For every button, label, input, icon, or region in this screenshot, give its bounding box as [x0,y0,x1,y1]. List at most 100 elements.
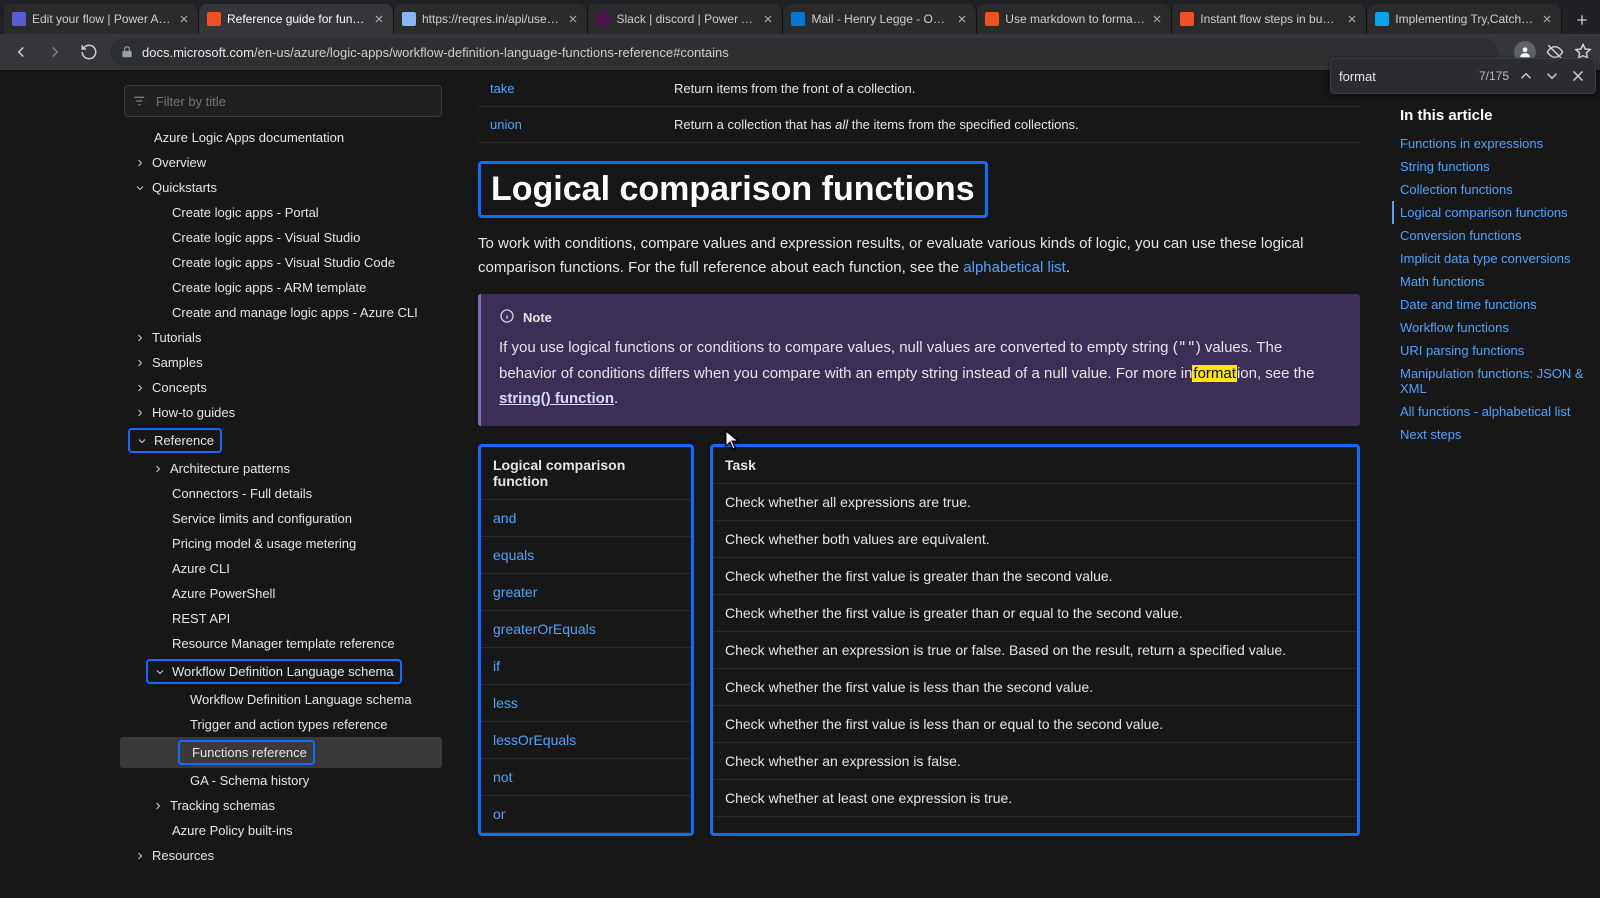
browser-tab[interactable]: Reference guide for functio [199,4,394,34]
sidebar-item[interactable]: GA - Schema history [120,768,442,793]
in-article-item[interactable]: URI parsing functions [1400,339,1596,362]
info-icon [499,308,515,327]
in-article-link[interactable]: Conversion functions [1400,228,1521,243]
find-next-button[interactable] [1543,67,1561,85]
browser-tab[interactable]: Instant flow steps in busine [1172,4,1367,34]
close-icon[interactable] [762,13,774,25]
sidebar-item[interactable]: Create and manage logic apps - Azure CLI [120,300,442,325]
sidebar-item[interactable]: Azure PowerShell [120,581,442,606]
in-article-item[interactable]: Functions in expressions [1400,132,1596,155]
sidebar-item[interactable]: Create logic apps - Visual Studio Code [120,250,442,275]
in-article-link[interactable]: URI parsing functions [1400,343,1524,358]
fn-link[interactable]: if [493,658,500,674]
sidebar-item[interactable]: Reference [120,425,442,456]
in-article-item[interactable]: Collection functions [1400,178,1596,201]
in-article-link[interactable]: Math functions [1400,274,1485,289]
in-article-link[interactable]: Workflow functions [1400,320,1509,335]
in-article-link[interactable]: All functions - alphabetical list [1400,404,1571,419]
in-article-item[interactable]: Implicit data type conversions [1400,247,1596,270]
browser-tab[interactable]: Edit your flow | Power Auto [4,4,199,34]
sidebar-item[interactable]: Resource Manager template reference [120,631,442,656]
sidebar-item-label: Azure Logic Apps documentation [154,130,434,145]
reload-button[interactable] [76,39,102,65]
in-article-item[interactable]: Date and time functions [1400,293,1596,316]
in-article-link[interactable]: Date and time functions [1400,297,1537,312]
in-article-item[interactable]: Workflow functions [1400,316,1596,339]
sidebar-item[interactable]: Tracking schemas [120,793,442,818]
browser-tab[interactable]: Use markdown to format P [977,4,1172,34]
sidebar-item[interactable]: Create logic apps - Portal [120,200,442,225]
fn-link[interactable]: or [493,806,505,822]
in-article-item[interactable]: All functions - alphabetical list [1400,400,1596,423]
address-bar[interactable]: docs.microsoft.com/en-us/azure/logic-app… [110,38,1498,66]
close-icon[interactable] [373,13,385,25]
sidebar-item[interactable]: Concepts [120,375,442,400]
sidebar-item[interactable]: Functions reference [120,737,442,768]
fn-link[interactable]: and [493,510,516,526]
browser-tab[interactable]: Implementing Try,Catch an [1367,4,1562,34]
sidebar-item[interactable]: Workflow Definition Language schema [120,656,442,687]
sidebar-item[interactable]: Trigger and action types reference [120,712,442,737]
sidebar-item[interactable]: Architecture patterns [120,456,442,481]
close-icon[interactable] [567,13,579,25]
in-article-link[interactable]: Next steps [1400,427,1461,442]
sidebar-item[interactable]: Pricing model & usage metering [120,531,442,556]
sidebar-item[interactable]: Connectors - Full details [120,481,442,506]
sidebar-item[interactable]: Create logic apps - ARM template [120,275,442,300]
sidebar-item-label: How-to guides [152,405,434,420]
browser-tab[interactable]: https://reqres.in/api/users? [394,4,588,34]
sidebar-item[interactable]: Create logic apps - Visual Studio [120,225,442,250]
fn-link[interactable]: less [493,695,518,711]
forward-button[interactable] [42,39,68,65]
in-article-link[interactable]: Implicit data type conversions [1400,251,1571,266]
lock-icon [120,45,134,59]
in-article-item[interactable]: Logical comparison functions [1392,201,1596,224]
close-icon[interactable] [956,13,968,25]
filter-input[interactable] [154,93,433,110]
browser-tab[interactable]: Mail - Henry Legge - Outlo [783,4,977,34]
back-button[interactable] [8,39,34,65]
sidebar-item[interactable]: Azure CLI [120,556,442,581]
sidebar-item[interactable]: Service limits and configuration [120,506,442,531]
find-close-button[interactable] [1569,67,1587,85]
in-article-item[interactable]: Math functions [1400,270,1596,293]
sidebar-item[interactable]: Overview [120,150,442,175]
filter-by-title[interactable] [124,85,442,117]
sidebar-item[interactable]: Workflow Definition Language schema [120,687,442,712]
sidebar-item[interactable]: Quickstarts [120,175,442,200]
fn-link-take[interactable]: take [490,81,515,96]
sidebar-item[interactable]: Tutorials [120,325,442,350]
fn-link[interactable]: not [493,769,512,785]
in-article-item[interactable]: String functions [1400,155,1596,178]
sidebar-item[interactable]: Azure Logic Apps documentation [120,125,442,150]
close-icon[interactable] [1541,13,1553,25]
close-icon[interactable] [1151,13,1163,25]
fn-link-union[interactable]: union [490,117,522,132]
find-query[interactable]: format [1339,69,1471,84]
in-article-link[interactable]: String functions [1400,159,1490,174]
in-article-item[interactable]: Next steps [1400,423,1596,446]
alphabetical-list-link[interactable]: alphabetical list [963,259,1066,276]
in-article-link[interactable]: Functions in expressions [1400,136,1543,151]
string-function-link[interactable]: string() function [499,390,614,407]
close-icon[interactable] [178,13,190,25]
fn-link[interactable]: lessOrEquals [493,732,576,748]
sidebar-item[interactable]: How-to guides [120,400,442,425]
sidebar-item[interactable]: REST API [120,606,442,631]
in-article-link[interactable]: Collection functions [1400,182,1513,197]
in-article-item[interactable]: Conversion functions [1400,224,1596,247]
in-article-link[interactable]: Logical comparison functions [1400,205,1568,220]
close-icon[interactable] [1346,13,1358,25]
fn-link[interactable]: greater [493,584,537,600]
sidebar-item[interactable]: Azure Policy built-ins [120,818,442,843]
in-article-link[interactable]: Manipulation functions: JSON & XML [1400,366,1584,396]
find-in-page[interactable]: format 7/175 [1330,58,1596,94]
sidebar-item[interactable]: Samples [120,350,442,375]
fn-link[interactable]: equals [493,547,534,563]
sidebar-item[interactable]: Resources [120,843,442,868]
fn-link[interactable]: greaterOrEquals [493,621,596,637]
find-prev-button[interactable] [1517,67,1535,85]
new-tab-button[interactable] [1568,6,1596,34]
browser-tab[interactable]: Slack | discord | Power Aut [588,4,783,34]
in-article-item[interactable]: Manipulation functions: JSON & XML [1400,362,1596,400]
